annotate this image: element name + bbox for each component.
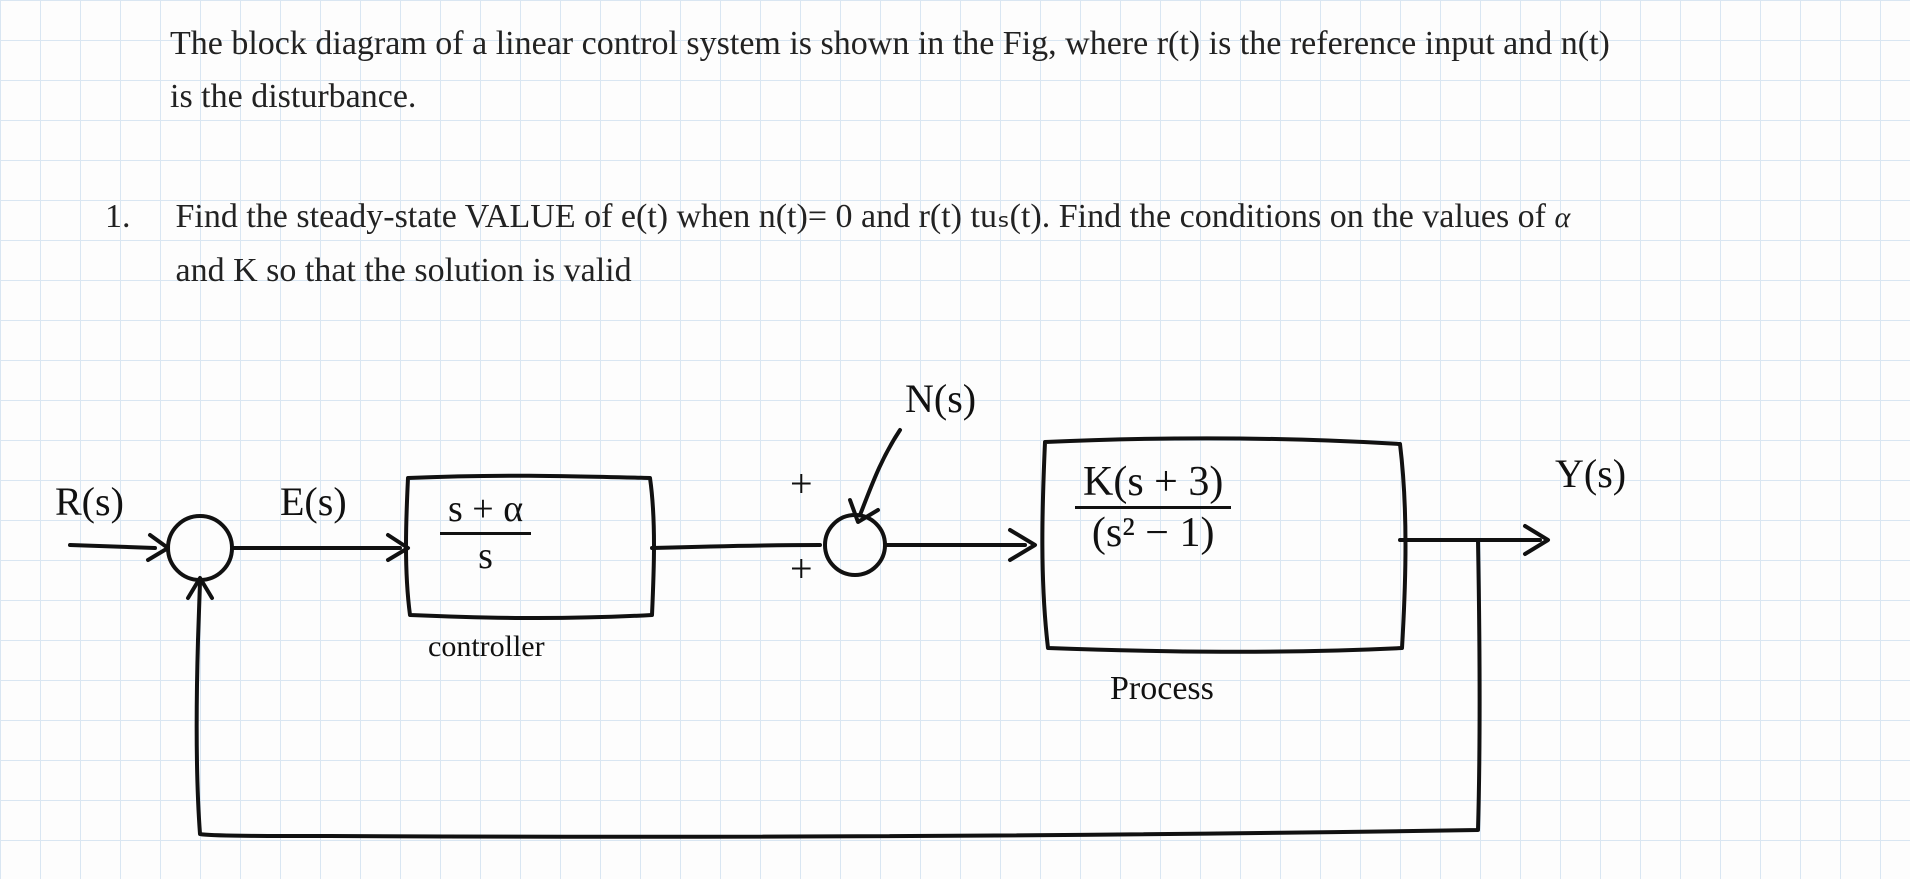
process-tf: K(s + 3) (s² − 1) (1075, 460, 1231, 557)
question-number: 1. (105, 190, 167, 244)
plus-sign-bottom: + (790, 545, 813, 592)
signal-R: R(s) (55, 478, 124, 525)
question-text-pt2: and K so that the solution is valid (176, 252, 632, 289)
process-tf-den: (s² − 1) (1075, 509, 1231, 555)
signal-E: E(s) (280, 478, 347, 525)
question-text-pt1: Find the steady-state VALUE of e(t) when… (176, 198, 1547, 235)
controller-label: controller (428, 630, 545, 664)
process-label: Process (1110, 670, 1214, 708)
signal-Y: Y(s) (1555, 450, 1626, 497)
sum-junction-2 (825, 515, 885, 575)
controller-tf: s + α s (440, 490, 531, 578)
plus-sign-top: + (790, 460, 813, 507)
block-diagram (0, 0, 1910, 879)
sum-junction-1 (168, 516, 232, 580)
process-tf-num: K(s + 3) (1075, 460, 1231, 506)
signal-N: N(s) (905, 375, 976, 422)
question-1: 1. Find the steady-state VALUE of e(t) w… (105, 190, 1635, 299)
intro-text: The block diagram of a linear control sy… (170, 18, 1620, 123)
alpha-symbol: α (1555, 201, 1571, 234)
controller-tf-den: s (440, 535, 531, 577)
controller-tf-num: s + α (440, 490, 531, 532)
